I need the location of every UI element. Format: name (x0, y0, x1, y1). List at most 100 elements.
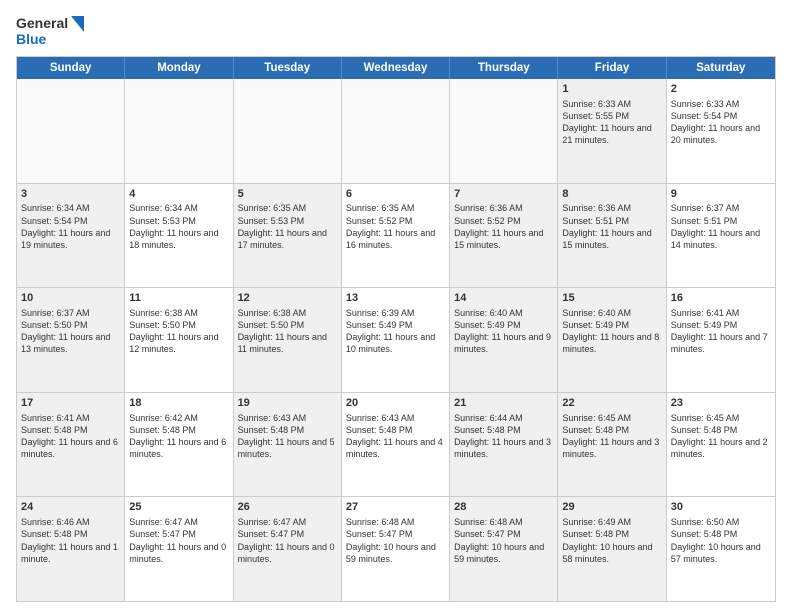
day-number: 22 (562, 396, 661, 411)
calendar-cell: 3Sunrise: 6:34 AM Sunset: 5:54 PM Daylig… (17, 184, 125, 288)
calendar: SundayMondayTuesdayWednesdayThursdayFrid… (16, 56, 776, 602)
calendar-header: SundayMondayTuesdayWednesdayThursdayFrid… (17, 57, 775, 79)
logo-svg: GeneralBlue (16, 12, 86, 48)
cell-info: Sunrise: 6:43 AM Sunset: 5:48 PM Dayligh… (346, 412, 445, 461)
cell-info: Sunrise: 6:48 AM Sunset: 5:47 PM Dayligh… (346, 516, 445, 565)
calendar-cell (125, 79, 233, 183)
cell-info: Sunrise: 6:48 AM Sunset: 5:47 PM Dayligh… (454, 516, 553, 565)
page: GeneralBlue SundayMondayTuesdayWednesday… (0, 0, 792, 612)
day-number: 30 (671, 500, 771, 515)
calendar-cell: 20Sunrise: 6:43 AM Sunset: 5:48 PM Dayli… (342, 393, 450, 497)
day-number: 29 (562, 500, 661, 515)
cell-info: Sunrise: 6:41 AM Sunset: 5:48 PM Dayligh… (21, 412, 120, 461)
day-number: 14 (454, 291, 553, 306)
cell-info: Sunrise: 6:50 AM Sunset: 5:48 PM Dayligh… (671, 516, 771, 565)
weekday-header: Monday (125, 57, 233, 79)
day-number: 26 (238, 500, 337, 515)
calendar-cell: 4Sunrise: 6:34 AM Sunset: 5:53 PM Daylig… (125, 184, 233, 288)
calendar-cell: 19Sunrise: 6:43 AM Sunset: 5:48 PM Dayli… (234, 393, 342, 497)
calendar-row: 10Sunrise: 6:37 AM Sunset: 5:50 PM Dayli… (17, 287, 775, 392)
calendar-cell: 6Sunrise: 6:35 AM Sunset: 5:52 PM Daylig… (342, 184, 450, 288)
day-number: 8 (562, 187, 661, 202)
weekday-header: Sunday (17, 57, 125, 79)
day-number: 28 (454, 500, 553, 515)
calendar-cell: 25Sunrise: 6:47 AM Sunset: 5:47 PM Dayli… (125, 497, 233, 601)
day-number: 5 (238, 187, 337, 202)
cell-info: Sunrise: 6:37 AM Sunset: 5:51 PM Dayligh… (671, 202, 771, 251)
cell-info: Sunrise: 6:42 AM Sunset: 5:48 PM Dayligh… (129, 412, 228, 461)
cell-info: Sunrise: 6:37 AM Sunset: 5:50 PM Dayligh… (21, 307, 120, 356)
calendar-cell: 28Sunrise: 6:48 AM Sunset: 5:47 PM Dayli… (450, 497, 558, 601)
cell-info: Sunrise: 6:34 AM Sunset: 5:53 PM Dayligh… (129, 202, 228, 251)
day-number: 27 (346, 500, 445, 515)
calendar-cell: 14Sunrise: 6:40 AM Sunset: 5:49 PM Dayli… (450, 288, 558, 392)
calendar-cell: 1Sunrise: 6:33 AM Sunset: 5:55 PM Daylig… (558, 79, 666, 183)
cell-info: Sunrise: 6:38 AM Sunset: 5:50 PM Dayligh… (129, 307, 228, 356)
day-number: 10 (21, 291, 120, 306)
weekday-header: Tuesday (234, 57, 342, 79)
cell-info: Sunrise: 6:47 AM Sunset: 5:47 PM Dayligh… (238, 516, 337, 565)
calendar-cell: 16Sunrise: 6:41 AM Sunset: 5:49 PM Dayli… (667, 288, 775, 392)
calendar-cell (234, 79, 342, 183)
logo: GeneralBlue (16, 12, 86, 48)
day-number: 25 (129, 500, 228, 515)
calendar-row: 3Sunrise: 6:34 AM Sunset: 5:54 PM Daylig… (17, 183, 775, 288)
calendar-row: 1Sunrise: 6:33 AM Sunset: 5:55 PM Daylig… (17, 79, 775, 183)
day-number: 19 (238, 396, 337, 411)
calendar-cell: 7Sunrise: 6:36 AM Sunset: 5:52 PM Daylig… (450, 184, 558, 288)
calendar-cell: 10Sunrise: 6:37 AM Sunset: 5:50 PM Dayli… (17, 288, 125, 392)
cell-info: Sunrise: 6:36 AM Sunset: 5:51 PM Dayligh… (562, 202, 661, 251)
cell-info: Sunrise: 6:44 AM Sunset: 5:48 PM Dayligh… (454, 412, 553, 461)
calendar-cell: 21Sunrise: 6:44 AM Sunset: 5:48 PM Dayli… (450, 393, 558, 497)
cell-info: Sunrise: 6:36 AM Sunset: 5:52 PM Dayligh… (454, 202, 553, 251)
header: GeneralBlue (16, 12, 776, 48)
day-number: 17 (21, 396, 120, 411)
calendar-cell: 22Sunrise: 6:45 AM Sunset: 5:48 PM Dayli… (558, 393, 666, 497)
day-number: 18 (129, 396, 228, 411)
cell-info: Sunrise: 6:38 AM Sunset: 5:50 PM Dayligh… (238, 307, 337, 356)
day-number: 4 (129, 187, 228, 202)
day-number: 2 (671, 82, 771, 97)
calendar-cell: 5Sunrise: 6:35 AM Sunset: 5:53 PM Daylig… (234, 184, 342, 288)
cell-info: Sunrise: 6:45 AM Sunset: 5:48 PM Dayligh… (562, 412, 661, 461)
cell-info: Sunrise: 6:47 AM Sunset: 5:47 PM Dayligh… (129, 516, 228, 565)
cell-info: Sunrise: 6:40 AM Sunset: 5:49 PM Dayligh… (454, 307, 553, 356)
calendar-row: 24Sunrise: 6:46 AM Sunset: 5:48 PM Dayli… (17, 496, 775, 601)
calendar-cell: 30Sunrise: 6:50 AM Sunset: 5:48 PM Dayli… (667, 497, 775, 601)
cell-info: Sunrise: 6:45 AM Sunset: 5:48 PM Dayligh… (671, 412, 771, 461)
calendar-cell: 12Sunrise: 6:38 AM Sunset: 5:50 PM Dayli… (234, 288, 342, 392)
day-number: 11 (129, 291, 228, 306)
calendar-cell: 11Sunrise: 6:38 AM Sunset: 5:50 PM Dayli… (125, 288, 233, 392)
weekday-header: Wednesday (342, 57, 450, 79)
weekday-header: Friday (558, 57, 666, 79)
calendar-cell: 26Sunrise: 6:47 AM Sunset: 5:47 PM Dayli… (234, 497, 342, 601)
day-number: 16 (671, 291, 771, 306)
cell-info: Sunrise: 6:41 AM Sunset: 5:49 PM Dayligh… (671, 307, 771, 356)
cell-info: Sunrise: 6:49 AM Sunset: 5:48 PM Dayligh… (562, 516, 661, 565)
calendar-cell: 9Sunrise: 6:37 AM Sunset: 5:51 PM Daylig… (667, 184, 775, 288)
cell-info: Sunrise: 6:35 AM Sunset: 5:53 PM Dayligh… (238, 202, 337, 251)
day-number: 9 (671, 187, 771, 202)
svg-text:Blue: Blue (16, 31, 47, 47)
cell-info: Sunrise: 6:33 AM Sunset: 5:55 PM Dayligh… (562, 98, 661, 147)
day-number: 6 (346, 187, 445, 202)
cell-info: Sunrise: 6:46 AM Sunset: 5:48 PM Dayligh… (21, 516, 120, 565)
cell-info: Sunrise: 6:40 AM Sunset: 5:49 PM Dayligh… (562, 307, 661, 356)
calendar-cell: 18Sunrise: 6:42 AM Sunset: 5:48 PM Dayli… (125, 393, 233, 497)
day-number: 7 (454, 187, 553, 202)
calendar-cell: 2Sunrise: 6:33 AM Sunset: 5:54 PM Daylig… (667, 79, 775, 183)
calendar-cell (342, 79, 450, 183)
day-number: 3 (21, 187, 120, 202)
svg-text:General: General (16, 15, 68, 31)
calendar-cell (17, 79, 125, 183)
calendar-cell: 8Sunrise: 6:36 AM Sunset: 5:51 PM Daylig… (558, 184, 666, 288)
calendar-cell: 27Sunrise: 6:48 AM Sunset: 5:47 PM Dayli… (342, 497, 450, 601)
day-number: 20 (346, 396, 445, 411)
day-number: 15 (562, 291, 661, 306)
day-number: 12 (238, 291, 337, 306)
day-number: 13 (346, 291, 445, 306)
weekday-header: Thursday (450, 57, 558, 79)
calendar-cell: 23Sunrise: 6:45 AM Sunset: 5:48 PM Dayli… (667, 393, 775, 497)
day-number: 21 (454, 396, 553, 411)
calendar-body: 1Sunrise: 6:33 AM Sunset: 5:55 PM Daylig… (17, 79, 775, 601)
